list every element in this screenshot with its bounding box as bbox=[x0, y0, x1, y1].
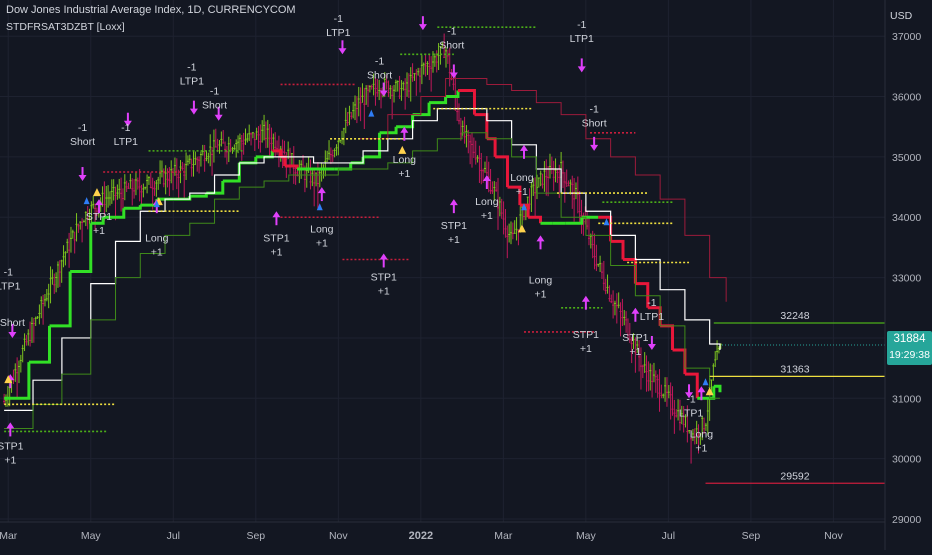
target-level-label: 32248 bbox=[780, 310, 809, 322]
signal-annotation: Long bbox=[145, 232, 169, 244]
target-level-label: 29592 bbox=[780, 470, 809, 482]
signal-annotation: -1 bbox=[447, 25, 456, 37]
x-tick-label: May bbox=[576, 530, 597, 542]
target-level-label: 31363 bbox=[780, 363, 809, 375]
chart-title: Dow Jones Industrial Average Index, 1D, … bbox=[6, 4, 296, 16]
signal-annotation: Long bbox=[529, 275, 553, 287]
signal-annotation: +1 bbox=[448, 234, 460, 246]
signal-annotation: +1 bbox=[481, 210, 493, 222]
signal-annotation: LTP1 bbox=[640, 311, 664, 323]
indicator-name: STDFRSAT3DZBT [Loxx] bbox=[6, 21, 125, 33]
signal-annotation: STP1 bbox=[441, 220, 467, 232]
signal-annotation: LTP1 bbox=[0, 281, 21, 293]
y-tick-label: 35000 bbox=[892, 152, 921, 164]
signal-annotation: +1 bbox=[316, 237, 328, 249]
signal-annotation: -1 bbox=[121, 122, 130, 134]
signal-annotation: LTP1 bbox=[326, 27, 350, 39]
signal-annotation: Long bbox=[510, 172, 534, 184]
signal-annotation: Long bbox=[475, 196, 499, 208]
signal-annotation: STP1 bbox=[371, 272, 397, 284]
signal-annotation: Long bbox=[393, 154, 417, 166]
x-tick-label: Mar bbox=[494, 530, 513, 542]
signal-annotation: STP1 bbox=[622, 332, 648, 344]
signal-annotation: Short bbox=[70, 136, 95, 148]
y-tick-label: 31000 bbox=[892, 393, 921, 405]
x-tick-label: 2022 bbox=[409, 530, 433, 542]
signal-annotation: -1 bbox=[78, 122, 87, 134]
signal-annotation: -1 bbox=[4, 267, 13, 279]
signal-annotation: +1 bbox=[4, 455, 16, 467]
y-tick-label: 34000 bbox=[892, 212, 921, 224]
y-tick-label: 36000 bbox=[892, 92, 921, 104]
signal-annotation: -1 bbox=[334, 13, 343, 25]
signal-annotation: -1 bbox=[589, 104, 598, 116]
y-tick-label: 29000 bbox=[892, 514, 921, 526]
x-tick-label: May bbox=[81, 530, 102, 542]
x-tick-label: Nov bbox=[329, 530, 348, 542]
signal-annotation: Short bbox=[0, 317, 25, 329]
signal-annotation: +1 bbox=[151, 246, 163, 258]
signal-annotation: Short bbox=[439, 39, 464, 51]
signal-annotation: -1 bbox=[577, 19, 586, 31]
signal-annotation: Long bbox=[310, 223, 334, 235]
signal-annotation: STP1 bbox=[263, 232, 289, 244]
signal-annotation: LTP1 bbox=[570, 33, 594, 45]
signal-annotation: +1 bbox=[93, 225, 105, 237]
signal-annotation: LTP1 bbox=[114, 136, 138, 148]
x-tick-label: Nov bbox=[824, 530, 843, 542]
signal-annotation: Short bbox=[582, 118, 607, 130]
x-tick-label: Mar bbox=[0, 530, 18, 542]
signal-annotation: Short bbox=[367, 69, 392, 81]
signal-annotation: +1 bbox=[398, 168, 410, 180]
signal-annotation: +1 bbox=[695, 442, 707, 454]
signal-annotation: -1 bbox=[210, 86, 219, 98]
current-price-badge: 31884 19:29:38 bbox=[887, 331, 932, 365]
x-tick-label: Jul bbox=[662, 530, 675, 542]
signal-annotation: +1 bbox=[516, 186, 528, 198]
signal-annotation: Long bbox=[690, 428, 714, 440]
currency-label: USD bbox=[890, 10, 913, 22]
signal-annotation: LTP1 bbox=[180, 75, 204, 87]
signal-annotation: +1 bbox=[270, 246, 282, 258]
chart-window: 32248 31363 29592 -1 LTP1 Short STP1 +1 -1 Short… bbox=[0, 0, 932, 550]
y-tick-label: 33000 bbox=[892, 273, 921, 285]
current-price-value: 31884 bbox=[893, 333, 926, 345]
x-tick-label: Sep bbox=[742, 530, 761, 542]
bar-countdown: 19:29:38 bbox=[889, 349, 930, 361]
signal-annotation: LTP1 bbox=[679, 407, 703, 419]
signal-annotation: -1 bbox=[375, 55, 384, 67]
signal-annotation: +1 bbox=[534, 289, 546, 301]
signal-annotation: STP1 bbox=[86, 211, 112, 223]
signal-annotation: +1 bbox=[580, 343, 592, 355]
price-chart[interactable]: 32248 31363 29592 -1 LTP1 Short STP1 +1 -1 Short… bbox=[0, 0, 932, 550]
signal-annotation: Short bbox=[202, 100, 227, 112]
y-tick-label: 37000 bbox=[892, 31, 921, 43]
signal-annotation: -1 bbox=[686, 393, 695, 405]
signal-annotation: +1 bbox=[378, 286, 390, 298]
signal-annotation: STP1 bbox=[0, 441, 24, 453]
signal-annotation: -1 bbox=[187, 61, 196, 73]
signal-annotation: +1 bbox=[629, 346, 641, 358]
x-tick-label: Sep bbox=[246, 530, 265, 542]
x-tick-label: Jul bbox=[167, 530, 180, 542]
signal-annotation: STP1 bbox=[573, 329, 599, 341]
y-tick-label: 30000 bbox=[892, 454, 921, 466]
signal-annotation: -1 bbox=[647, 297, 656, 309]
